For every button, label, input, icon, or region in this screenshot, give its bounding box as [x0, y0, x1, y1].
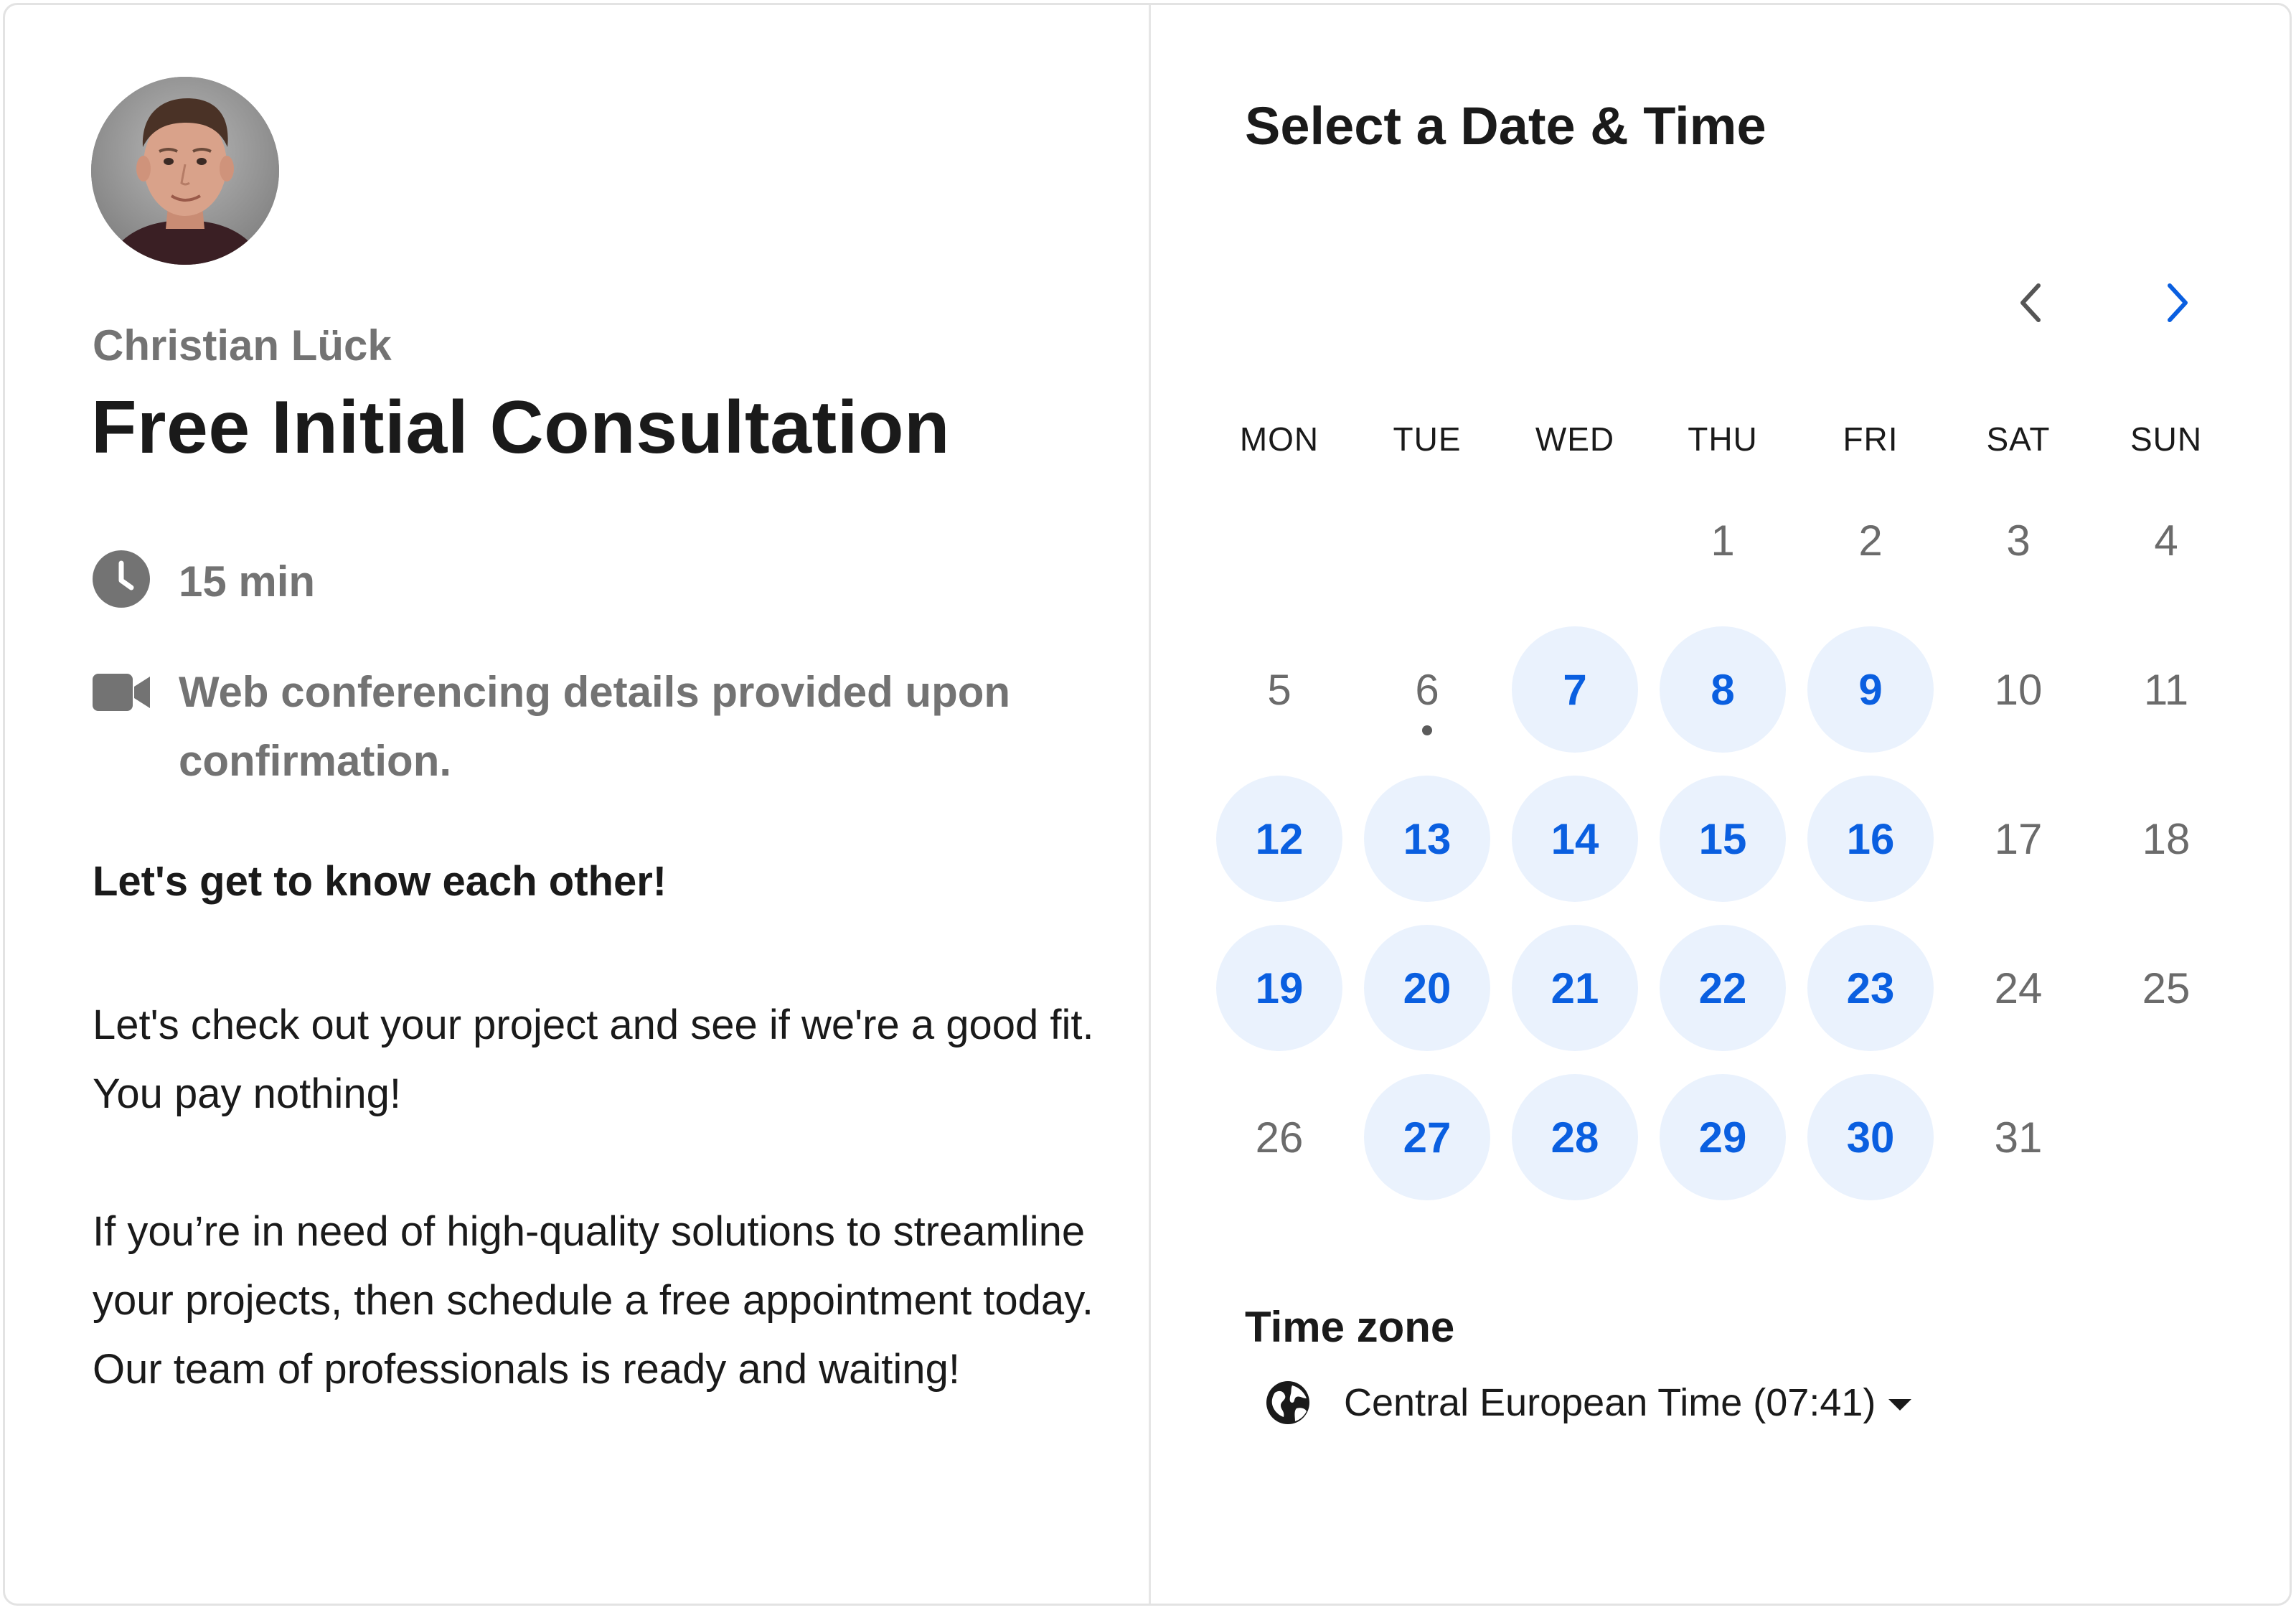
location-text: Web conferencing details provided upon c…: [179, 668, 1011, 785]
calendar-day-3: 3: [2006, 516, 2031, 565]
weekday-fri: FRI: [1843, 420, 1899, 458]
timezone-value: Central European Time (07:41): [1344, 1381, 1876, 1424]
calendar-day-7[interactable]: 7: [1512, 626, 1638, 753]
calendar-day-23[interactable]: 23: [1807, 925, 1934, 1051]
timezone-select[interactable]: Central European Time (07:41): [1265, 1380, 1912, 1426]
calendar-day-24: 24: [1994, 964, 2043, 1012]
calendar-day-8[interactable]: 8: [1660, 626, 1786, 753]
calendar-day-31: 31: [1994, 1113, 2043, 1162]
weekday-thu: THU: [1688, 420, 1758, 458]
video-camera-icon: [93, 674, 150, 711]
calendar-day-11: 11: [2143, 665, 2189, 714]
calendar-day-27[interactable]: 27: [1364, 1074, 1490, 1200]
calendar-day-28[interactable]: 28: [1512, 1074, 1638, 1200]
calendar-day-15[interactable]: 15: [1660, 776, 1786, 902]
calendar-day-18: 18: [2142, 814, 2191, 863]
location-row: Web conferencing details provided upon c…: [91, 658, 1081, 796]
calendar-day-12[interactable]: 12: [1216, 776, 1342, 902]
caret-down-icon: [1888, 1399, 1912, 1411]
weekday-sat: SAT: [1986, 420, 2051, 458]
event-description-2: If you’re in need of high-quality soluti…: [93, 1208, 1094, 1393]
panel-divider: [1149, 5, 1151, 1604]
calendar-day-30[interactable]: 30: [1807, 1074, 1934, 1200]
calendar-day-10: 10: [1994, 665, 2043, 714]
avatar-photo: [91, 77, 279, 265]
timezone-label: Time zone: [1245, 1303, 1455, 1351]
calendar-day-19[interactable]: 19: [1216, 925, 1342, 1051]
weekday-sun: SUN: [2130, 420, 2203, 458]
today-indicator: [1422, 725, 1432, 735]
weekday-tue: TUE: [1393, 420, 1462, 458]
calendar-day-25: 25: [2142, 964, 2191, 1012]
calendar-day-4: 4: [2154, 516, 2178, 565]
event-title: Free Initial Consultation: [91, 386, 951, 469]
weekday-mon: MON: [1239, 420, 1319, 458]
weekday-wed: WED: [1535, 420, 1615, 458]
calendar-day-14[interactable]: 14: [1512, 776, 1638, 902]
calendar-day-21[interactable]: 21: [1512, 925, 1638, 1051]
duration-row: 15 min: [91, 549, 315, 616]
calendar-day-5: 5: [1267, 665, 1292, 714]
calendar-title: Select a Date & Time: [1245, 96, 1766, 156]
clock-icon: [93, 550, 150, 608]
chevron-left-icon: [2020, 283, 2041, 322]
calendar-day-13[interactable]: 13: [1364, 776, 1490, 902]
calendar-day-16[interactable]: 16: [1807, 776, 1934, 902]
event-description-1: Let's check out your project and see if …: [93, 1002, 1094, 1117]
host-name: Christian Lück: [93, 321, 392, 369]
globe-icon: [1266, 1381, 1309, 1424]
calendar-day-17: 17: [1994, 814, 2043, 863]
prev-month-button[interactable]: [1999, 270, 2064, 335]
calendar-day-9[interactable]: 9: [1807, 626, 1934, 753]
calendar-day-29[interactable]: 29: [1660, 1074, 1786, 1200]
calendar-day-1: 1: [1711, 516, 1735, 565]
calendar-day-22[interactable]: 22: [1660, 925, 1786, 1051]
calendar-day-26: 26: [1255, 1113, 1304, 1162]
booking-card: Christian Lück Free Initial Consultation…: [3, 3, 2292, 1606]
host-avatar: [91, 77, 279, 265]
chevron-right-icon: [2168, 283, 2188, 322]
calendar-day-20[interactable]: 20: [1364, 925, 1490, 1051]
next-month-button[interactable]: [2145, 270, 2209, 335]
calendar-day-2: 2: [1858, 516, 1883, 565]
duration-text: 15 min: [179, 557, 316, 606]
event-tagline: Let's get to know each other!: [93, 858, 667, 905]
